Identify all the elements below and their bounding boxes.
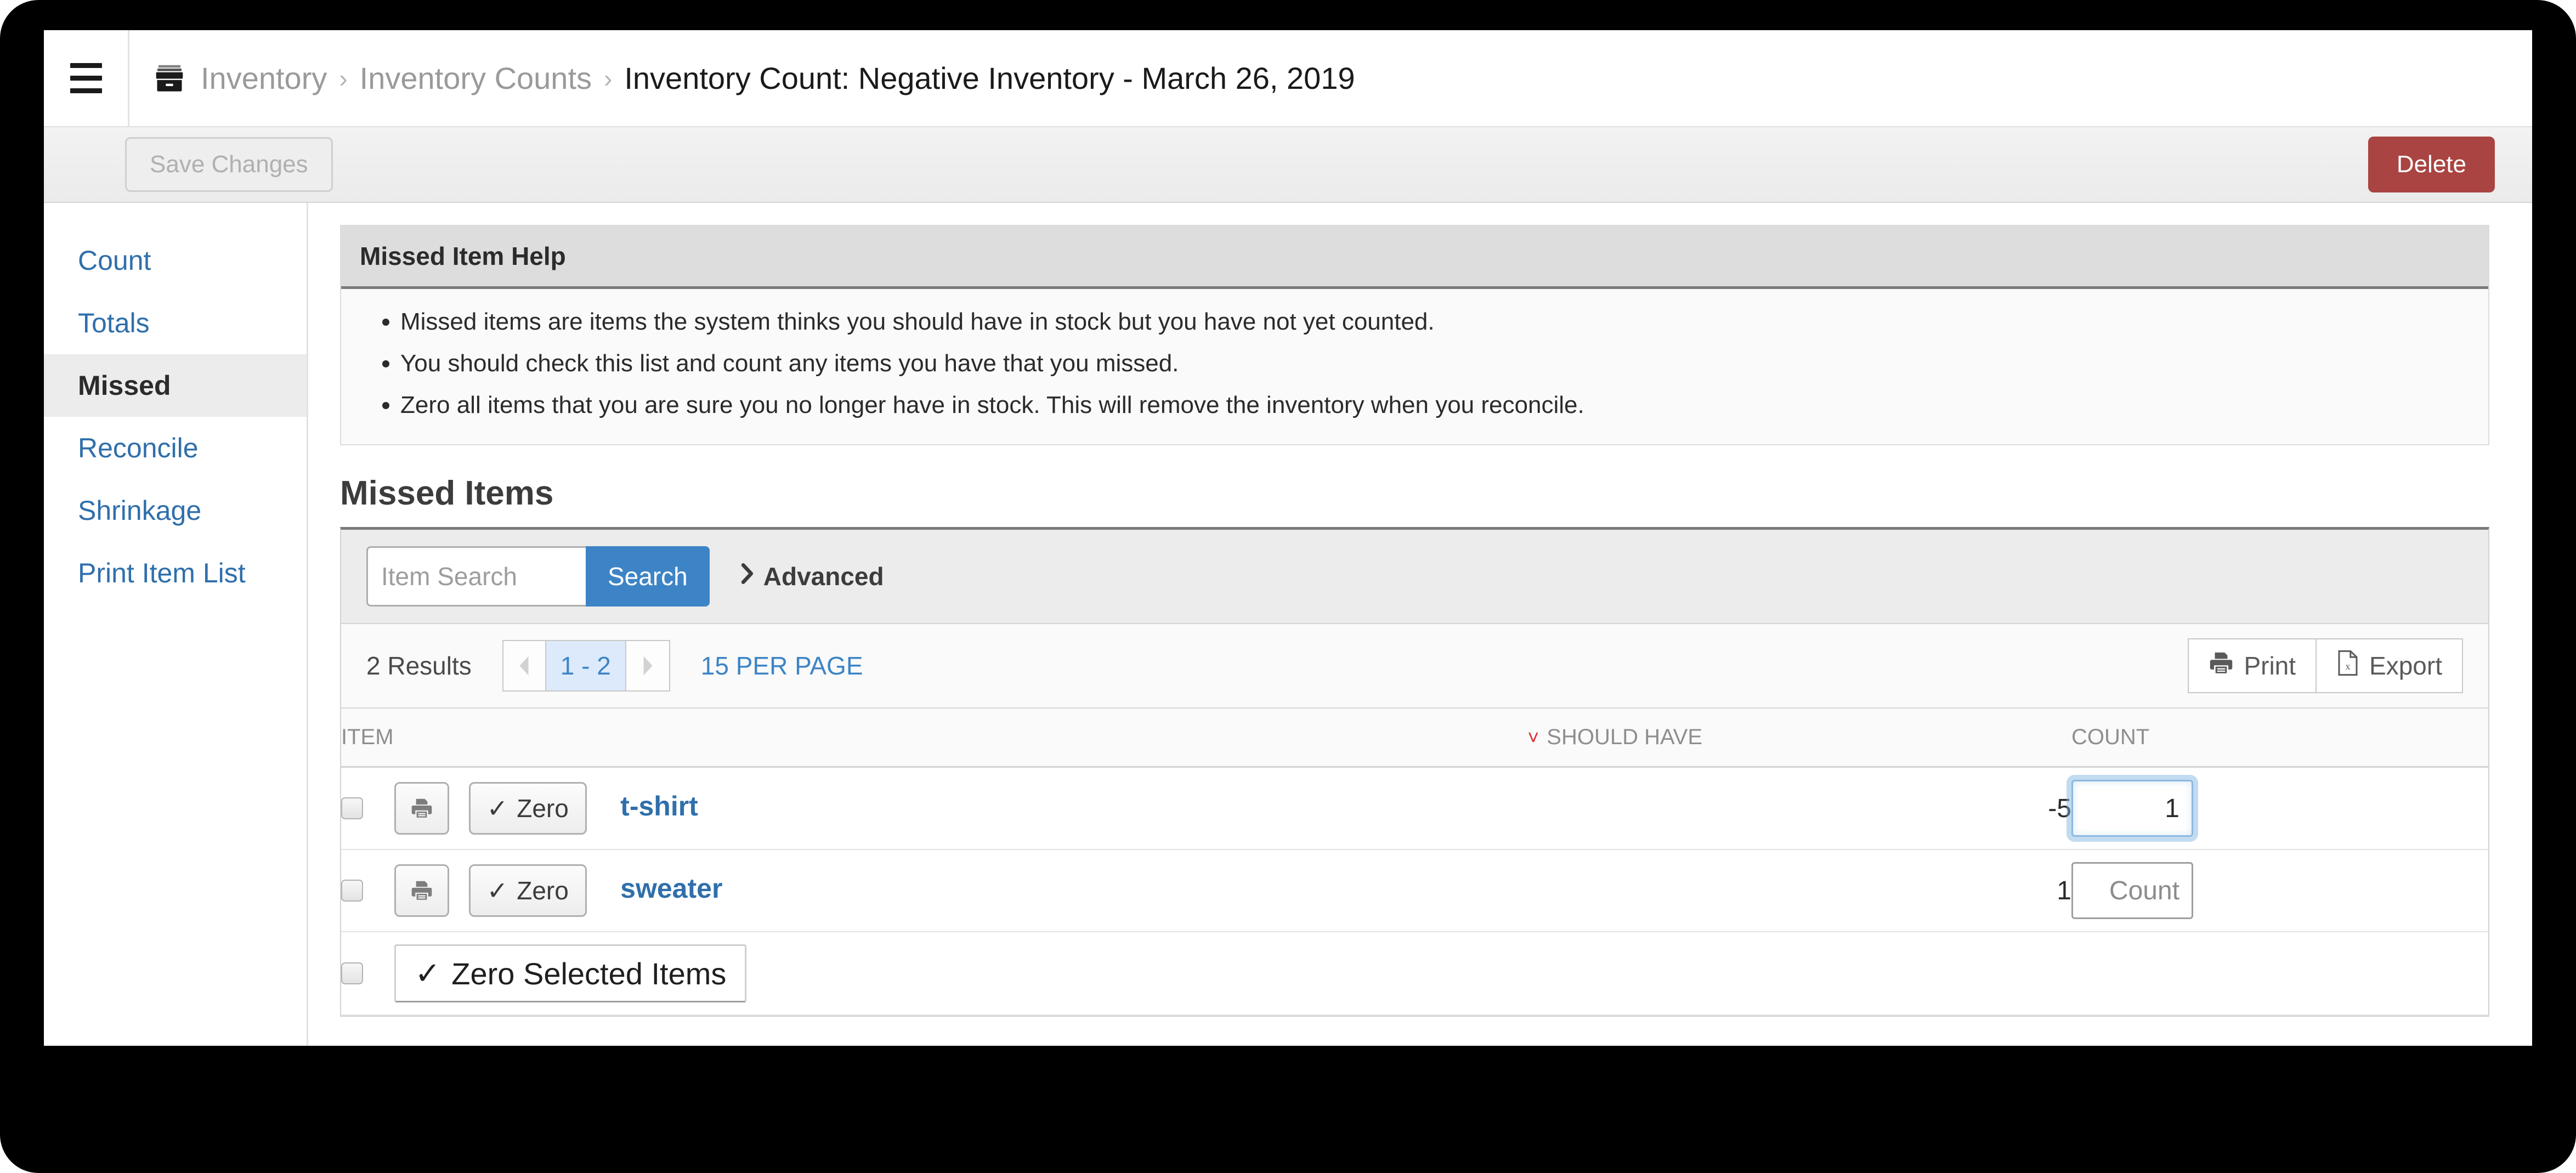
pagination-control: 1 - 2	[502, 640, 670, 692]
count-cell	[2071, 767, 2488, 851]
table-header: ITEM ˅ SHOULD HAVE COUNT	[341, 709, 2488, 768]
select-all-checkbox[interactable]	[341, 962, 363, 985]
help-bullet: Missed items are items the system thinks…	[400, 301, 2470, 343]
results-count-label: 2 Results	[366, 651, 472, 681]
row-zero-label: Zero	[517, 794, 569, 823]
sidebar-item-reconcile[interactable]: Reconcile	[44, 417, 307, 479]
row-controls: ✓ Zero sweater	[341, 849, 1528, 933]
row-zero-label: Zero	[517, 876, 569, 905]
help-bullet: Zero all items that you are sure you no …	[400, 384, 2470, 426]
table-footer-row: ✓ Zero Selected Items	[341, 932, 2488, 1016]
breadcrumb-separator: ›	[604, 64, 613, 93]
advanced-label: Advanced	[763, 562, 884, 591]
zero-selected-label: Zero Selected Items	[451, 956, 727, 991]
hamburger-bar	[70, 76, 102, 81]
item-link[interactable]: sweater	[620, 873, 722, 904]
should-have-label: SHOULD HAVE	[1547, 725, 1703, 750]
app-viewport: Inventory › Inventory Counts › Inventory…	[44, 30, 2532, 1046]
search-button[interactable]: Search	[586, 546, 710, 607]
chevron-right-icon	[740, 562, 755, 591]
per-page-selector[interactable]: 15 PER PAGE	[701, 651, 863, 681]
page-body: Count Totals Missed Reconcile Shrinkage …	[44, 203, 2532, 1046]
should-have-value: -5	[1527, 767, 2071, 851]
sidebar-item-shrinkage[interactable]: Shrinkage	[44, 479, 307, 542]
zero-selected-items-button[interactable]: ✓ Zero Selected Items	[394, 944, 747, 1003]
breadcrumb: Inventory › Inventory Counts › Inventory…	[129, 60, 1355, 96]
sidebar-item-count[interactable]: Count	[44, 229, 307, 292]
search-toolbar: Search Advanced	[341, 530, 2488, 625]
help-bullet-list: Missed items are items the system thinks…	[360, 301, 2470, 426]
row-select-checkbox[interactable]	[341, 880, 363, 902]
missed-items-panel: Search Advanced 2 Results	[340, 527, 2489, 1017]
pagination-current-range[interactable]: 1 - 2	[546, 640, 626, 692]
should-have-value: 1	[1527, 849, 2071, 933]
file-excel-icon: x	[2336, 650, 2359, 682]
print-button[interactable]: Print	[2188, 638, 2317, 694]
sidebar-nav: Count Totals Missed Reconcile Shrinkage …	[44, 203, 308, 1046]
save-changes-button[interactable]: Save Changes	[125, 137, 333, 192]
help-bullet: You should check this list and count any…	[400, 343, 2470, 384]
column-header-item[interactable]: ITEM	[341, 709, 1528, 768]
table-row: ✓ Zero sweater 1	[341, 849, 2488, 933]
hamburger-bar	[70, 63, 102, 68]
export-button[interactable]: x Export	[2317, 638, 2463, 694]
row-print-button[interactable]	[394, 782, 450, 835]
svg-text:x: x	[2346, 661, 2351, 672]
hamburger-menu-icon[interactable]	[44, 30, 129, 126]
breadcrumb-item-inventory-counts[interactable]: Inventory Counts	[360, 60, 592, 96]
main-content: Missed Item Help Missed items are items …	[308, 203, 2532, 1046]
advanced-search-toggle[interactable]: Advanced	[740, 562, 884, 591]
missed-items-heading: Missed Items	[340, 474, 554, 513]
breadcrumb-item-inventory[interactable]: Inventory	[201, 60, 327, 96]
chevron-down-icon: ˅	[1527, 726, 1539, 749]
row-zero-button[interactable]: ✓ Zero	[468, 782, 587, 835]
pagination-next-button[interactable]	[626, 640, 670, 692]
column-header-should-have[interactable]: ˅ SHOULD HAVE	[1527, 709, 2071, 768]
count-cell	[2071, 849, 2488, 933]
pagination-prev-button[interactable]	[502, 640, 546, 692]
sidebar-item-print-item-list[interactable]: Print Item List	[44, 542, 307, 604]
device-bezel: Inventory › Inventory Counts › Inventory…	[0, 0, 2576, 1173]
help-panel-title: Missed Item Help	[341, 226, 2488, 289]
page-title: Inventory Count: Negative Inventory - Ma…	[624, 61, 1355, 95]
count-input[interactable]	[2071, 780, 2193, 837]
check-icon: ✓	[415, 956, 441, 991]
missed-items-table: ITEM ˅ SHOULD HAVE COUNT ✓ Zero t-shirt …	[341, 709, 2488, 1016]
missed-item-help-panel: Missed Item Help Missed items are items …	[340, 225, 2489, 446]
print-label: Print	[2244, 651, 2296, 681]
table-body: ✓ Zero t-shirt -5 1 ✓ Zero sweater 1 Cou…	[341, 767, 2488, 1016]
action-bar: Save Changes Delete	[44, 126, 2532, 203]
item-search-input[interactable]	[366, 546, 586, 607]
row-zero-button[interactable]: ✓ Zero	[468, 864, 587, 917]
hamburger-bar	[70, 88, 102, 93]
help-panel-body: Missed items are items the system thinks…	[341, 289, 2488, 444]
row-print-button[interactable]	[394, 864, 450, 917]
sidebar-item-totals[interactable]: Totals	[44, 292, 307, 354]
delete-button[interactable]: Delete	[2368, 137, 2495, 192]
row-select-checkbox[interactable]	[341, 797, 363, 820]
count-input[interactable]	[2071, 862, 2193, 920]
printer-icon	[2209, 651, 2234, 681]
check-icon: ✓	[486, 876, 508, 905]
bulk-actions: ✓ Zero Selected Items	[341, 932, 2488, 1016]
export-label: Export	[2369, 651, 2442, 681]
item-link[interactable]: t-shirt	[620, 791, 698, 821]
archive-icon	[155, 64, 184, 93]
pagination-toolbar: 2 Results 1 - 2 15 PER PAGE Print x Expo…	[341, 624, 2488, 709]
table-row: ✓ Zero t-shirt -5	[341, 767, 2488, 851]
row-controls: ✓ Zero t-shirt	[341, 767, 1528, 851]
sidebar-item-missed[interactable]: Missed	[44, 354, 307, 417]
export-toolbar: Print x Export	[2188, 638, 2463, 694]
top-bar: Inventory › Inventory Counts › Inventory…	[44, 30, 2532, 126]
table-header-row: ITEM ˅ SHOULD HAVE COUNT	[341, 709, 2488, 768]
check-icon: ✓	[486, 794, 508, 823]
breadcrumb-separator: ›	[339, 64, 348, 93]
column-header-count[interactable]: COUNT	[2071, 709, 2488, 768]
